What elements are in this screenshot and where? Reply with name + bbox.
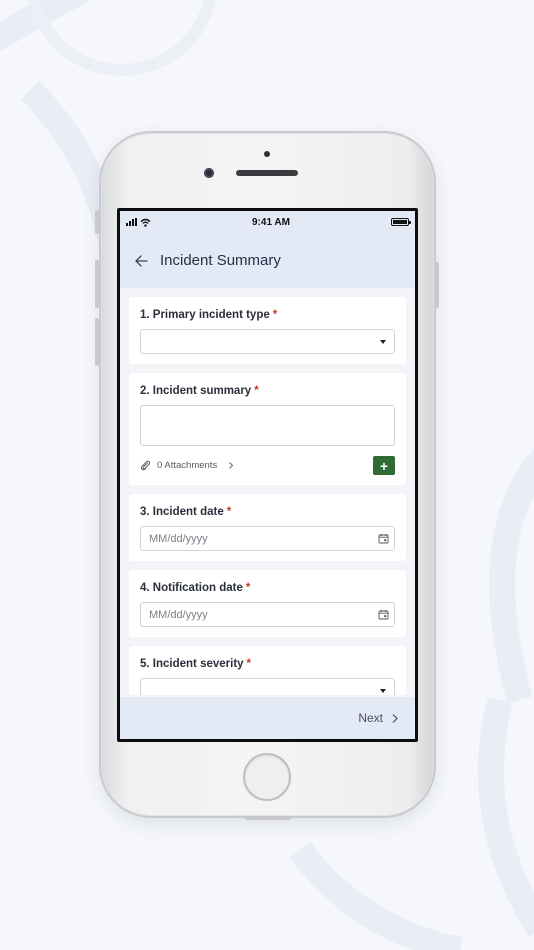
question-card-incident-type: 1. Primary incident type * <box>129 297 406 364</box>
phone-screen: 9:41 AM Incident Summary 1. Primary inci… <box>117 208 418 742</box>
required-asterisk: * <box>246 658 252 670</box>
question-label: 5. Incident severity * <box>140 658 252 670</box>
status-left <box>126 218 151 227</box>
front-camera <box>204 168 214 178</box>
paperclip-icon <box>140 460 151 471</box>
proximity-sensor <box>264 151 270 157</box>
arrow-left-icon[interactable] <box>134 254 148 268</box>
question-card-incident-severity: 5. Incident severity * <box>129 646 406 695</box>
date-placeholder: MM/dd/yyyy <box>149 532 208 545</box>
home-button[interactable] <box>243 753 291 801</box>
question-label: 2. Incident summary * <box>140 385 259 397</box>
app-bar: Incident Summary <box>120 233 415 288</box>
next-button[interactable]: Next <box>358 711 399 725</box>
question-card-notification-date: 4. Notification date * MM/dd/yyyy <box>129 570 406 637</box>
attachments-link[interactable]: 0 Attachments <box>140 460 235 471</box>
question-label: 3. Incident date * <box>140 506 232 518</box>
incident-severity-dropdown[interactable] <box>140 678 395 695</box>
cellular-signal-icon <box>126 218 137 226</box>
attachments-row: 0 Attachments + <box>140 456 395 475</box>
incident-date-input[interactable]: MM/dd/yyyy <box>140 526 395 551</box>
battery-icon <box>390 218 411 226</box>
question-label: 1. Primary incident type * <box>140 309 278 321</box>
required-asterisk: * <box>272 309 278 321</box>
wifi-icon <box>140 218 151 227</box>
next-label: Next <box>358 711 383 725</box>
required-asterisk: * <box>254 385 259 397</box>
phone-bottom-edge <box>244 816 292 820</box>
incident-type-dropdown[interactable] <box>140 329 395 354</box>
required-asterisk: * <box>245 582 251 594</box>
caret-down-icon <box>380 340 386 344</box>
form-content: 1. Primary incident type * 2. Incident su… <box>120 288 415 695</box>
question-card-incident-date: 3. Incident date * MM/dd/yyyy <box>129 494 406 561</box>
question-label: 4. Notification date * <box>140 582 251 594</box>
required-asterisk: * <box>226 506 232 518</box>
notification-date-input[interactable]: MM/dd/yyyy <box>140 602 395 627</box>
date-placeholder: MM/dd/yyyy <box>149 608 208 621</box>
calendar-icon[interactable] <box>378 609 389 620</box>
page-title: Incident Summary <box>160 252 281 269</box>
status-bar: 9:41 AM <box>120 211 415 233</box>
caret-down-icon <box>380 689 386 693</box>
question-card-incident-summary: 2. Incident summary * 0 Attachments + <box>129 373 406 485</box>
earpiece-speaker <box>236 170 298 176</box>
app-screen: 9:41 AM Incident Summary 1. Primary inci… <box>120 211 415 739</box>
calendar-icon[interactable] <box>378 533 389 544</box>
attachments-count: 0 Attachments <box>157 460 218 471</box>
footer-bar: Next <box>120 697 415 739</box>
incident-summary-textarea[interactable] <box>140 405 395 446</box>
chevron-right-icon <box>229 462 234 469</box>
chevron-right-icon <box>392 713 398 723</box>
add-attachment-button[interactable]: + <box>373 456 395 475</box>
status-time: 9:41 AM <box>252 216 290 228</box>
